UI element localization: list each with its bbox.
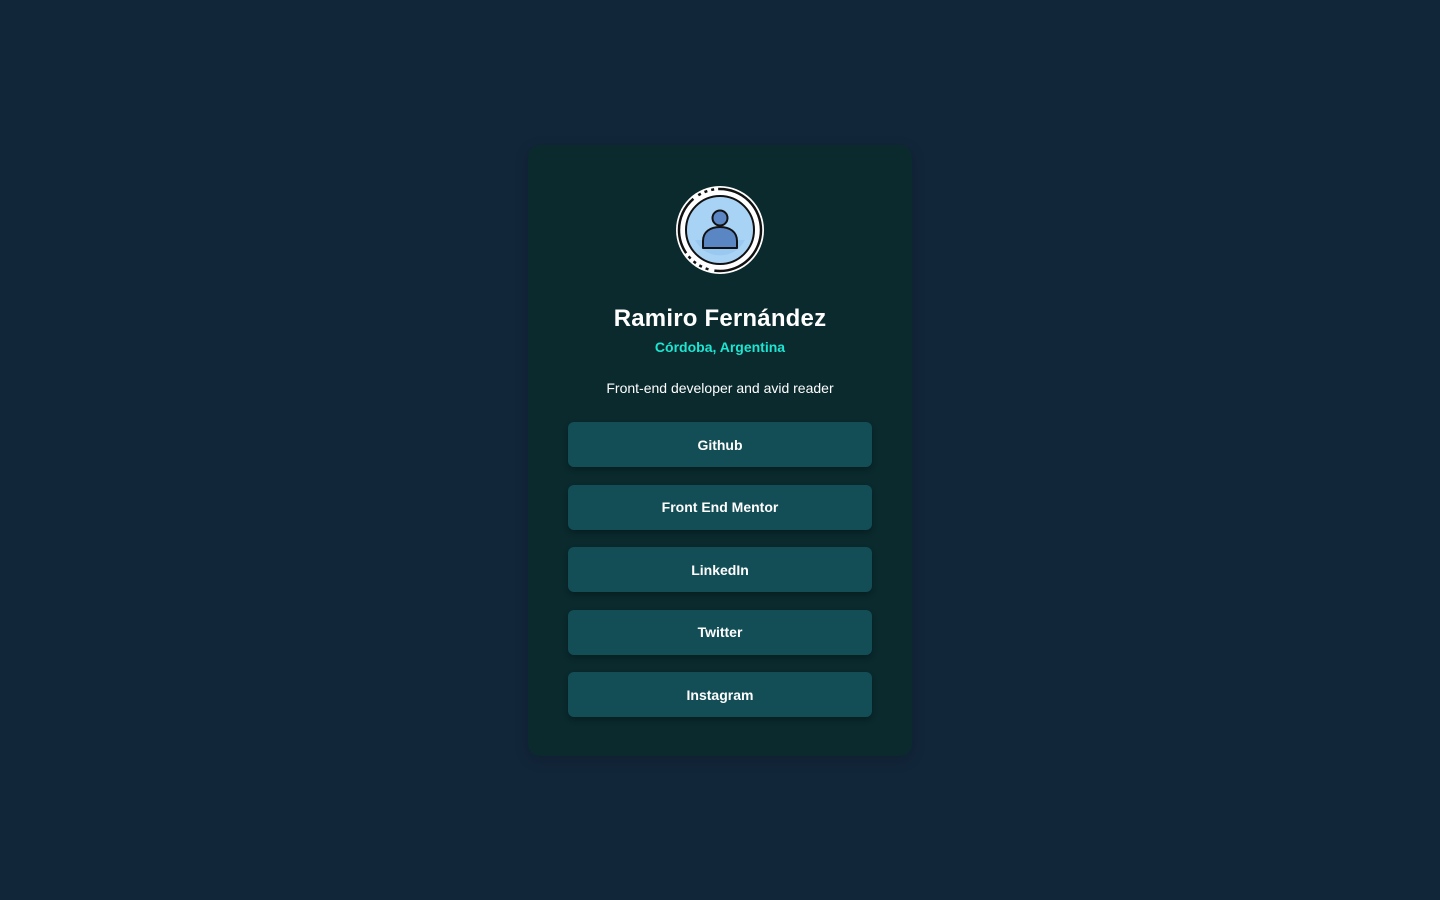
twitter-link-button[interactable]: Twitter [568, 609, 872, 655]
linkedin-link-button[interactable]: LinkedIn [568, 547, 872, 592]
profile-location: Córdoba, Argentina [654, 339, 786, 355]
social-links: Github Front End Mentor LinkedIn Twitter… [568, 422, 872, 735]
profile-bio: Front-end developer and avid reader [606, 380, 834, 396]
instagram-link-button[interactable]: Instagram [568, 672, 872, 717]
profile-card: Ramiro Fernández Córdoba, Argentina Fron… [528, 145, 912, 756]
github-link-button[interactable]: Github [568, 422, 872, 467]
profile-name: Ramiro Fernández [613, 305, 827, 332]
page: Ramiro Fernández Córdoba, Argentina Fron… [0, 0, 1440, 900]
user-avatar-icon [676, 186, 764, 274]
frontend-mentor-link-button[interactable]: Front End Mentor [568, 484, 872, 530]
